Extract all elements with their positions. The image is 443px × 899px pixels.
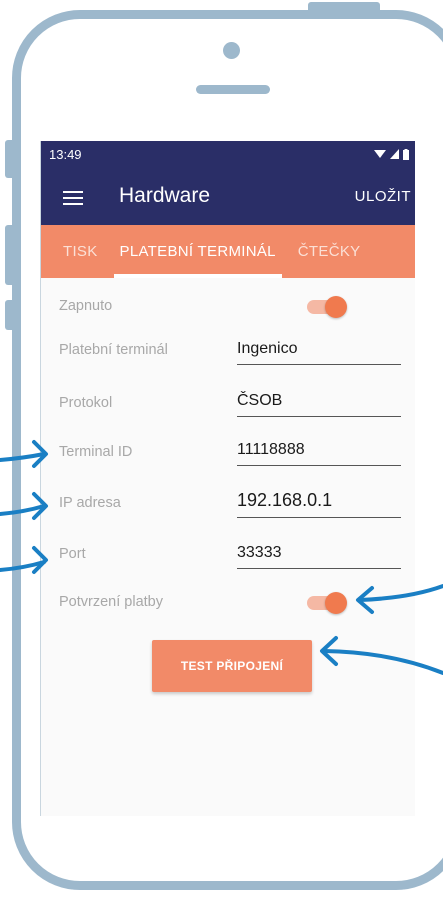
- arrow-test-button-icon: [320, 636, 443, 675]
- arrow-port-icon: [0, 546, 48, 574]
- annotation-arrows: [0, 440, 443, 675]
- arrow-ip-icon: [0, 492, 48, 520]
- arrow-confirm-toggle-icon: [356, 584, 443, 614]
- arrow-terminal-id-icon: [0, 440, 48, 468]
